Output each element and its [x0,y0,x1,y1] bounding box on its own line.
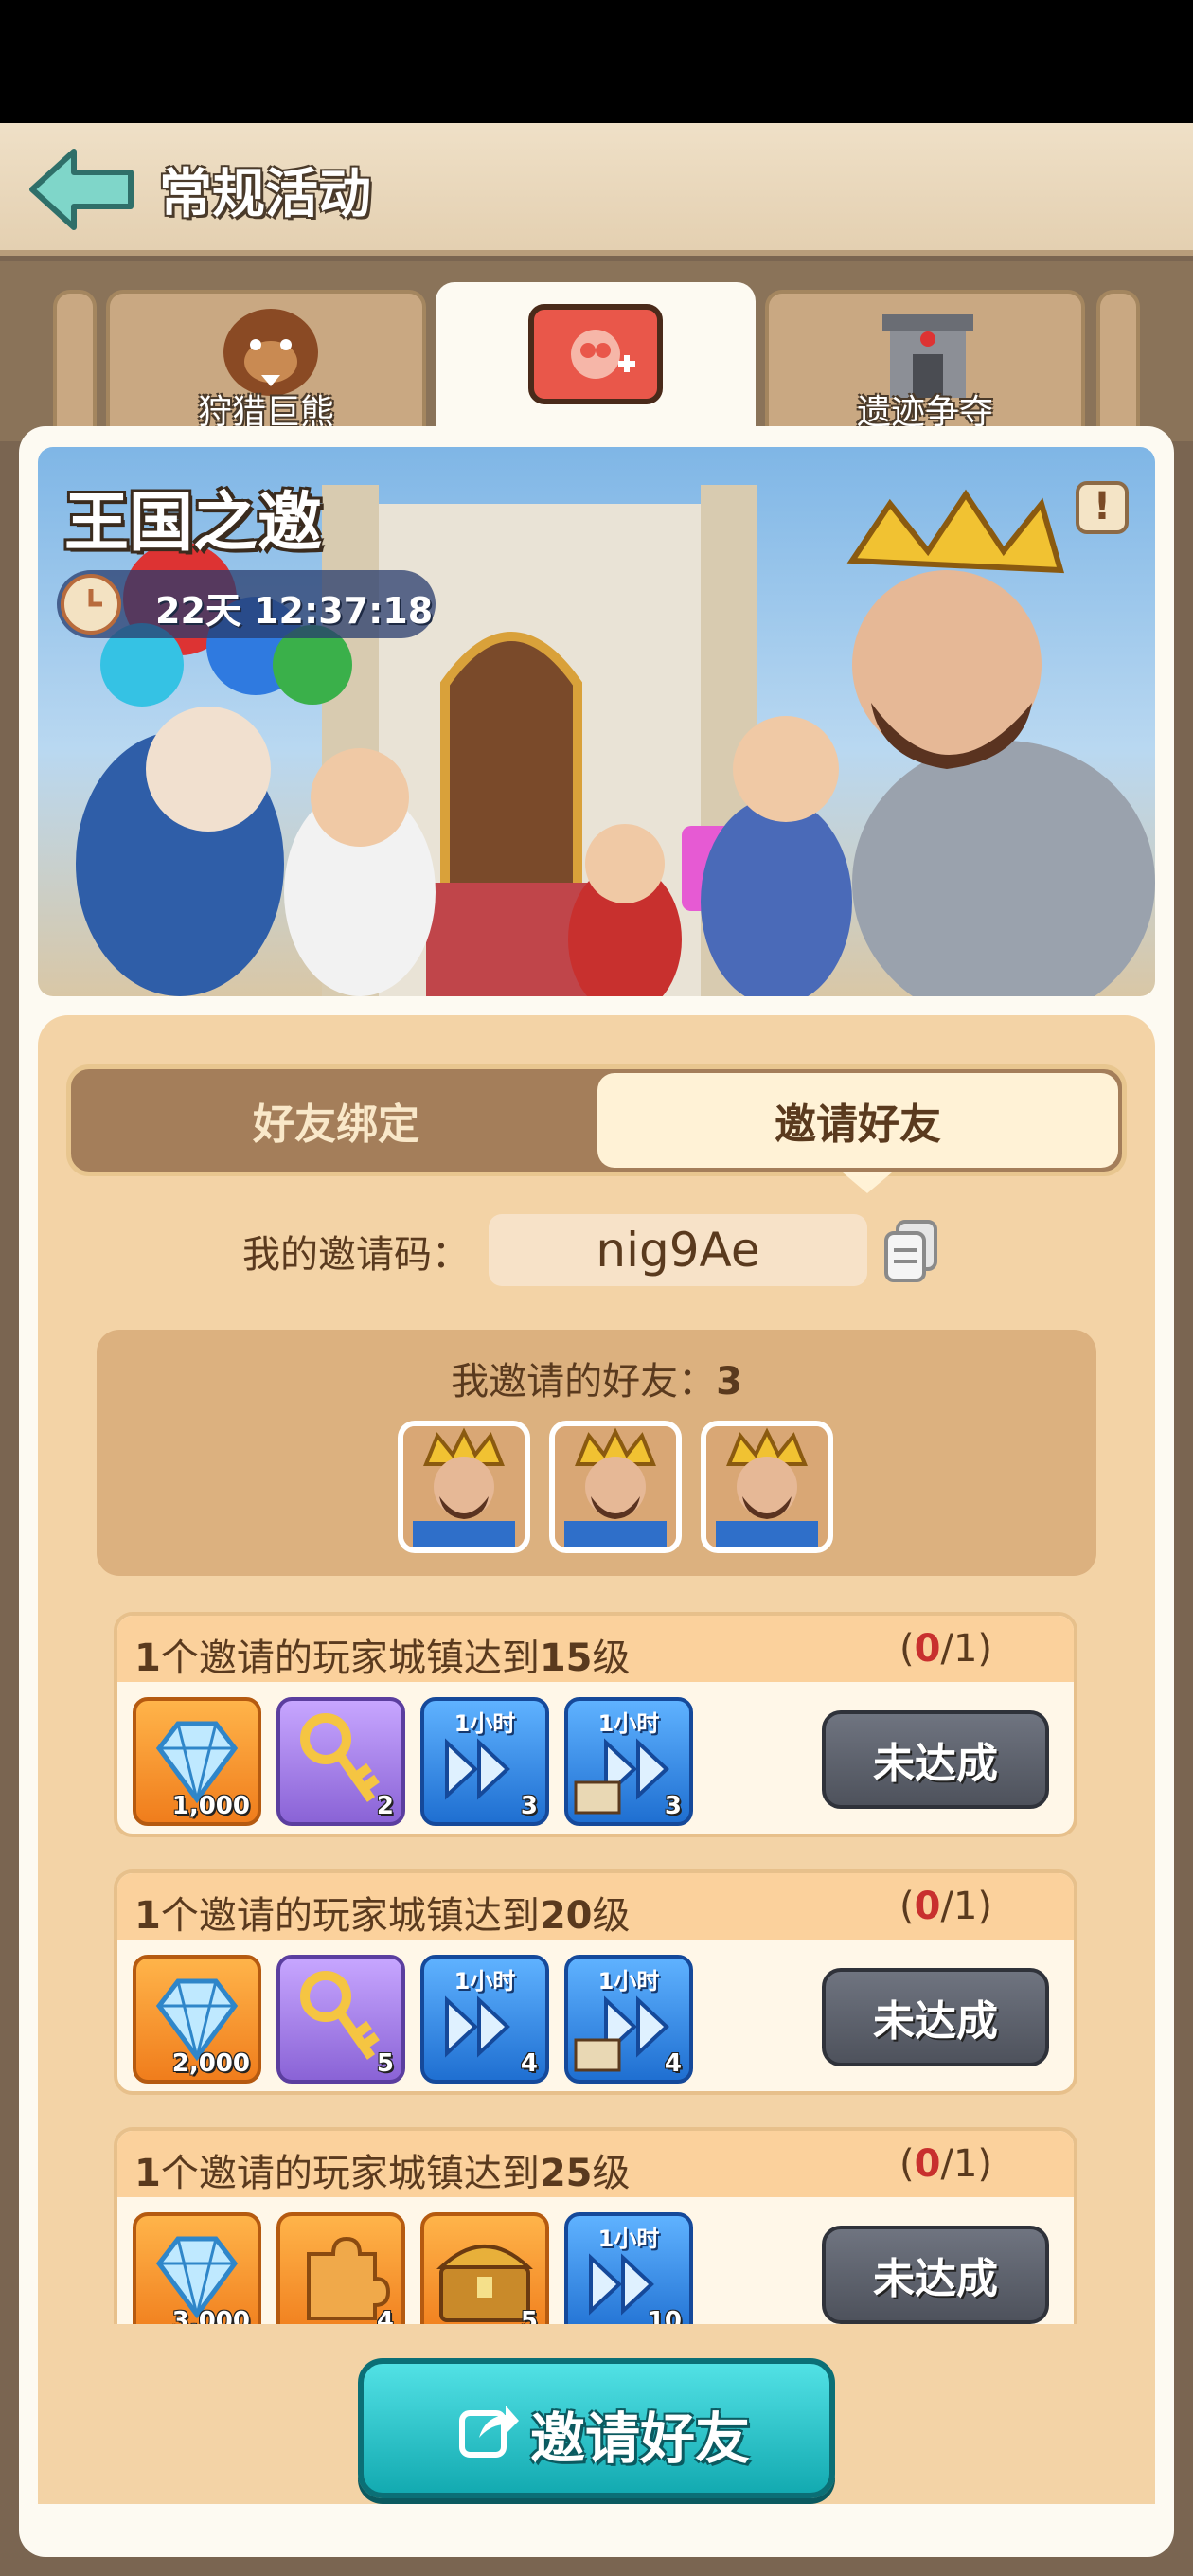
copy-icon [884,1220,937,1282]
reward-condition: 1个邀请的玩家城镇达到15级 [134,1637,631,1680]
back-arrow-icon [29,149,134,230]
item-quantity: 3 [664,1792,682,1820]
tab-invite-friends[interactable]: 邀请好友 [597,1073,1118,1168]
reward-item[interactable]: 1小时 10 [564,2212,693,2341]
item-quantity: 3 [520,1792,538,1820]
item-quantity: 4 [520,2049,538,2078]
king-avatar-icon [403,1426,525,1547]
exclamation-icon: ! [1093,485,1112,528]
segment-control: 好友绑定 邀请好友 [66,1064,1127,1176]
back-button[interactable] [25,144,138,235]
activity-tabs: 狩猎巨熊 遗迹争夺 [0,261,1193,453]
reward-item[interactable]: 1小时 4 [564,1955,693,2084]
invited-friends-box: 我邀请的好友：3 [97,1330,1096,1576]
reward-item[interactable]: 1小时 3 [564,1697,693,1826]
reward-header: 1个邀请的玩家城镇达到20级 (0/1) [117,1873,1074,1940]
reward-progress: (0/1) [899,2142,992,2186]
friend-avatar[interactable] [549,1421,682,1553]
invite-envelope-icon [528,304,663,404]
item-quantity: 5 [376,2049,394,2078]
reward-card: 1个邀请的玩家城镇达到15级 (0/1) 1,000 2 1小时 3 1小时 3… [114,1612,1077,1837]
reward-header: 1个邀请的玩家城镇达到15级 (0/1) [117,1616,1074,1682]
reward-item[interactable]: 1小时 4 [420,1955,549,2084]
invite-friends-button[interactable]: 邀请好友 [358,2358,835,2498]
status-not-achieved-button[interactable]: 未达成 [822,1710,1049,1809]
share-icon [459,2406,519,2458]
tab-ruins[interactable]: 遗迹争夺 [765,290,1085,441]
clock-icon [61,574,121,635]
item-quantity: 4 [664,2049,682,2078]
reward-item[interactable]: 2,000 [133,1955,261,2084]
invite-code-value: nig9Ae [596,1223,760,1278]
reward-item[interactable]: 2 [276,1697,405,1826]
item-quantity: 1,000 [171,1792,250,1820]
tab-friend-binding[interactable]: 好友绑定 [71,1069,601,1172]
reward-item[interactable]: 3,000 [133,2212,261,2341]
reward-condition: 1个邀请的玩家城镇达到20级 [134,1894,631,1938]
event-banner: 王国之邀 22天 12:37:18 ! [38,447,1155,996]
countdown-text: 22天 12:37:18 [155,590,434,632]
friend-avatar[interactable] [701,1421,833,1553]
reward-item[interactable]: 4 [276,2212,405,2341]
page-title: 常规活动 [159,164,371,225]
reward-item[interactable]: 1,000 [133,1697,261,1826]
top-bar: 常规活动 [0,123,1193,256]
king-avatar-icon [706,1426,828,1547]
segment-pointer [843,1172,892,1193]
item-quantity: 2 [376,1792,394,1820]
reward-item[interactable]: 5 [420,2212,549,2341]
tab-offscreen-left[interactable] [53,290,97,441]
invited-friends-count: 3 [716,1360,742,1404]
friend-avatar[interactable] [398,1421,530,1553]
status-not-achieved-button[interactable]: 未达成 [822,1968,1049,2066]
reward-progress: (0/1) [899,1885,992,1928]
countdown-timer: 22天 12:37:18 [57,570,436,638]
invite-code-field: nig9Ae [489,1214,867,1286]
invited-friends-label: 我邀请的好友：3 [97,1351,1096,1405]
invite-friends-label: 邀请好友 [530,2406,751,2471]
info-button[interactable]: ! [1076,481,1129,534]
item-quantity: 2,000 [171,2049,250,2078]
reward-item[interactable]: 1小时 3 [420,1697,549,1826]
status-not-achieved-button[interactable]: 未达成 [822,2226,1049,2324]
invite-code-label: 我的邀请码： [242,1233,470,1277]
reward-progress: (0/1) [899,1627,992,1671]
event-title: 王国之邀 [64,486,323,561]
tab-offscreen-right[interactable] [1096,290,1140,441]
reward-card: 1个邀请的玩家城镇达到20级 (0/1) 2,000 5 1小时 4 1小时 4… [114,1869,1077,2095]
invited-friends-text: 我邀请的好友： [451,1360,717,1404]
reward-header: 1个邀请的玩家城镇达到25级 (0/1) [117,2131,1074,2197]
reward-card: 1个邀请的玩家城镇达到25级 (0/1) 3,000 4 5 1小时 10 未达… [114,2127,1077,2352]
status-bar [0,0,1193,123]
reward-condition: 1个邀请的玩家城镇达到25级 [134,2152,631,2195]
copy-button[interactable] [881,1218,941,1284]
reward-item[interactable]: 5 [276,1955,405,2084]
king-avatar-icon [555,1426,676,1547]
tab-hunt-bear[interactable]: 狩猎巨熊 [106,290,426,441]
